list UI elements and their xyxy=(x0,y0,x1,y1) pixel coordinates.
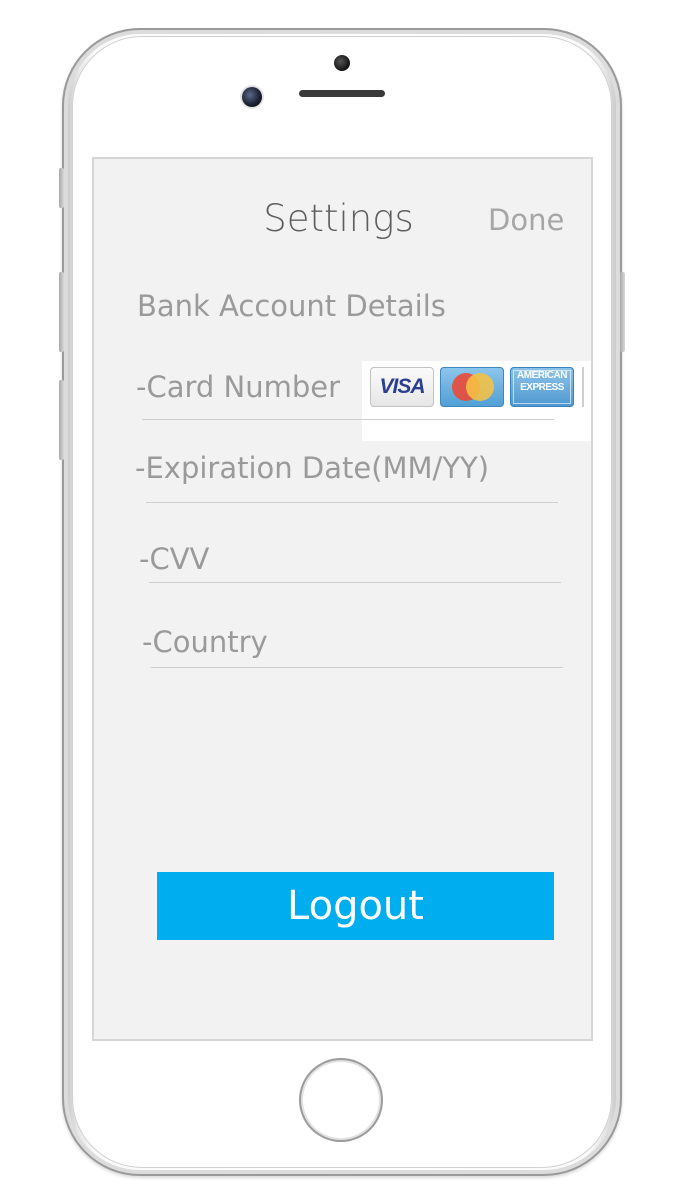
visa-card-icon: VISA xyxy=(370,367,434,407)
card-icon-edge xyxy=(582,367,589,407)
proximity-sensor xyxy=(334,55,350,71)
card-number-field[interactable]: -Card Number xyxy=(136,370,340,404)
expiration-date-field[interactable]: -Expiration Date(MM/YY) xyxy=(135,451,489,485)
section-title: Bank Account Details xyxy=(137,289,446,323)
cvv-field[interactable]: -CVV xyxy=(139,542,209,576)
volume-down-button xyxy=(59,380,64,460)
country-underline xyxy=(151,667,563,668)
home-button[interactable] xyxy=(299,1058,383,1142)
done-button[interactable]: Done xyxy=(488,203,564,237)
front-camera-icon xyxy=(242,87,262,107)
settings-screen: Settings Done Bank Account Details -Card… xyxy=(92,157,593,1041)
expiration-date-underline xyxy=(146,502,558,503)
earpiece-speaker xyxy=(299,90,385,97)
card-number-underline xyxy=(142,419,554,420)
cvv-underline xyxy=(149,582,561,583)
country-field[interactable]: -Country xyxy=(142,625,268,659)
accepted-cards: VISA AMERICAN EXPRESS xyxy=(362,361,591,441)
power-button xyxy=(620,272,625,352)
amex-card-icon: AMERICAN EXPRESS xyxy=(510,367,574,407)
mastercard-card-icon xyxy=(440,367,504,407)
logout-button[interactable]: Logout xyxy=(157,872,554,940)
mute-switch xyxy=(59,168,64,208)
volume-up-button xyxy=(59,272,64,352)
